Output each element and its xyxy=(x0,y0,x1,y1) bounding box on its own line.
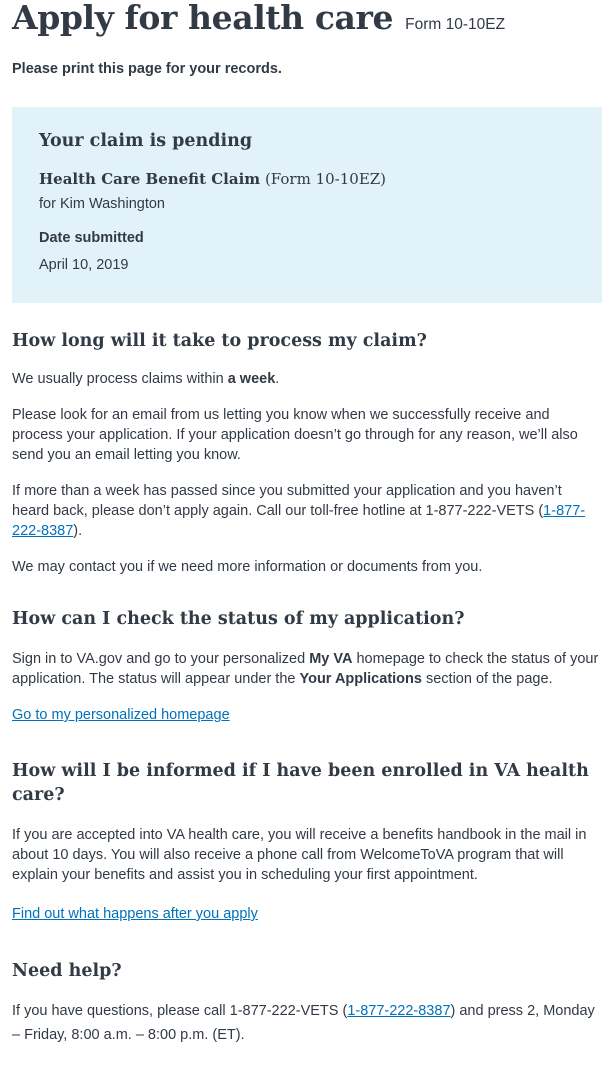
page-header: Apply for health care Form 10-10EZ xyxy=(12,0,602,40)
date-submitted-label: Date submitted xyxy=(39,230,144,246)
homepage-link-wrap: Go to my personalized homepage xyxy=(12,705,602,725)
alert-heading: Your claim is pending xyxy=(39,131,253,151)
enrollment-paragraph: If you are accepted into VA health care,… xyxy=(12,827,587,883)
confirmation-page: Apply for health care Form 10-10EZ Pleas… xyxy=(0,0,614,1047)
process-paragraph-3: If more than a week has passed since you… xyxy=(12,481,602,541)
process-p3-text: If more than a week has passed since you… xyxy=(12,483,562,519)
process-heading: How long will it take to process my clai… xyxy=(12,331,427,351)
date-submitted-value: April 10, 2019 xyxy=(39,257,129,273)
process-p1-bold: a week xyxy=(227,371,276,387)
status-heading: How can I check the status of my applica… xyxy=(12,609,465,629)
process-paragraph-4: We may contact you if we need more infor… xyxy=(12,559,483,575)
page-title: Apply for health care xyxy=(12,0,394,37)
print-note: Please print this page for your records. xyxy=(12,61,282,77)
status-text-a: Sign in to VA.gov and go to your persona… xyxy=(12,651,310,667)
process-time-section: How long will it take to process my clai… xyxy=(12,329,602,577)
personalized-homepage-link[interactable]: Go to my personalized homepage xyxy=(12,707,230,723)
process-p1-text: We usually process claims within xyxy=(12,371,228,387)
claim-title-line: Health Care Benefit Claim (Form 10-10EZ) xyxy=(39,167,575,192)
form-number: Form 10-10EZ xyxy=(405,16,506,33)
process-p1-end: . xyxy=(275,371,280,387)
status-text-your-applications: Your Applications xyxy=(299,671,422,687)
process-paragraph-2: Please look for an email from us letting… xyxy=(12,407,578,463)
claim-title: Health Care Benefit Claim xyxy=(39,170,261,188)
status-paragraph: Sign in to VA.gov and go to your persona… xyxy=(12,649,602,689)
after-apply-link[interactable]: Find out what happens after you apply xyxy=(12,906,258,922)
status-text-my-va: My VA xyxy=(309,651,353,667)
help-paragraph: If you have questions, please call 1-877… xyxy=(12,999,602,1047)
after-apply-link-wrap: Find out what happens after you apply xyxy=(12,904,602,924)
help-phone-link[interactable]: 1-877-222-8387 xyxy=(347,1003,450,1019)
enrollment-section: How will I be informed if I have been en… xyxy=(12,759,602,924)
help-heading: Need help? xyxy=(12,961,122,981)
help-section: Need help? If you have questions, please… xyxy=(12,959,602,1047)
process-paragraph-1: We usually process claims within a week. xyxy=(12,369,602,389)
status-section: How can I check the status of my applica… xyxy=(12,607,602,725)
status-text-e: section of the page. xyxy=(421,671,553,687)
claim-for-name: for Kim Washington xyxy=(39,196,165,212)
help-text-before: If you have questions, please call 1-877… xyxy=(12,1003,348,1019)
claim-pending-alert: Your claim is pending Health Care Benefi… xyxy=(12,107,602,303)
process-p3-end: ). xyxy=(73,523,83,539)
claim-form: (Form 10-10EZ) xyxy=(260,170,387,188)
enrollment-heading: How will I be informed if I have been en… xyxy=(12,761,589,805)
